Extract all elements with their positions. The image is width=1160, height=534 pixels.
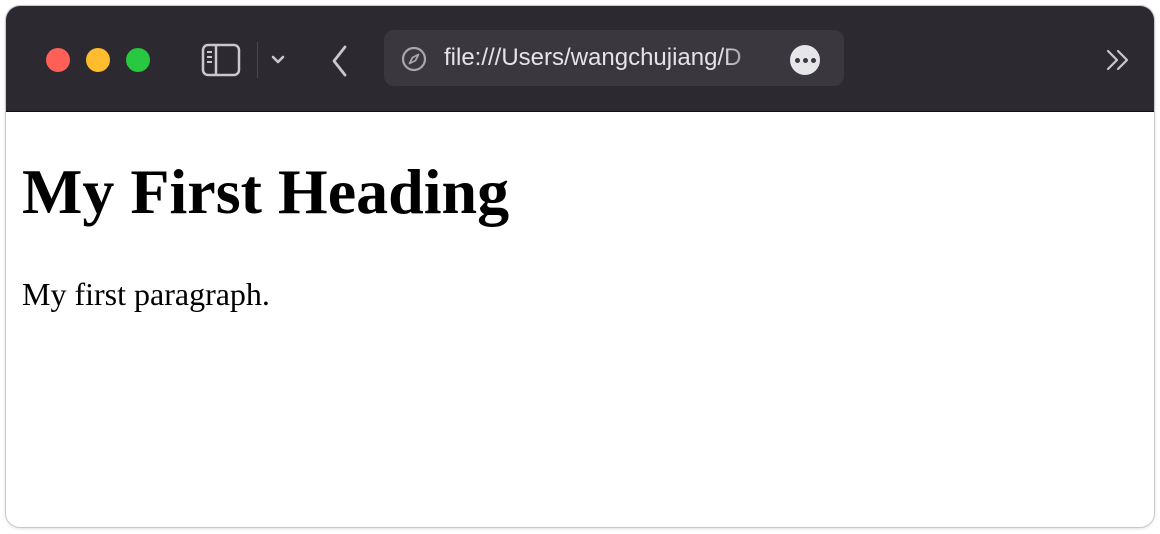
sidebar-toggle-button[interactable]	[200, 40, 242, 80]
url-text[interactable]: file:///Users/wangchujiang/D	[444, 43, 774, 73]
compass-icon	[401, 46, 427, 72]
tab-group-menu-button[interactable]	[264, 44, 292, 76]
page-content: My First Heading My first paragraph.	[6, 112, 1154, 527]
close-window-button[interactable]	[46, 48, 70, 72]
browser-toolbar: file:///Users/wangchujiang/D	[6, 6, 1154, 112]
minimize-window-button[interactable]	[86, 48, 110, 72]
toolbar-overflow-button[interactable]	[1098, 44, 1138, 76]
sidebar-icon	[201, 43, 241, 77]
browser-window: file:///Users/wangchujiang/D My First He…	[6, 6, 1154, 527]
chevron-down-icon	[271, 55, 285, 64]
address-bar[interactable]: file:///Users/wangchujiang/D	[384, 30, 844, 86]
back-button[interactable]	[324, 42, 356, 80]
more-icon[interactable]	[790, 45, 820, 75]
page-heading: My First Heading	[22, 156, 510, 227]
maximize-window-button[interactable]	[126, 48, 150, 72]
toolbar-divider	[257, 42, 258, 78]
page-paragraph: My first paragraph.	[22, 276, 270, 312]
chevron-left-icon	[332, 45, 347, 77]
double-chevron-right-icon	[1106, 49, 1129, 71]
